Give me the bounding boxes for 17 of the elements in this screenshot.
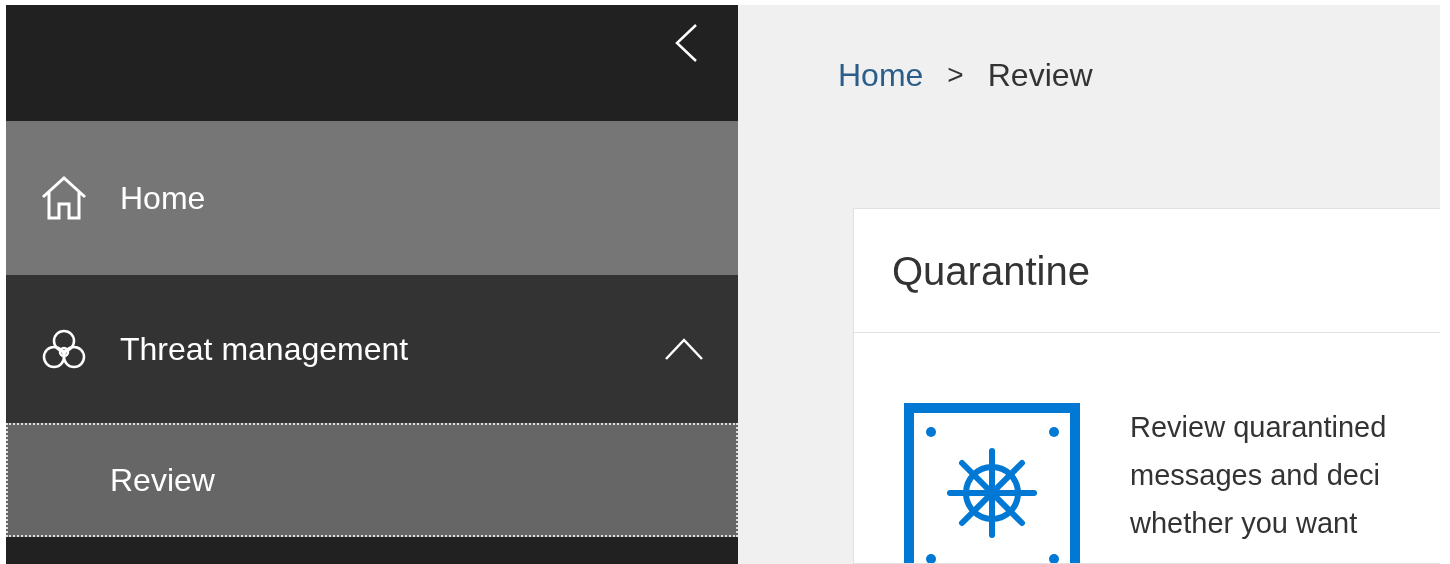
description-line: Review quarantined [1130, 410, 1387, 445]
collapse-button[interactable] [674, 23, 698, 63]
card-title: Quarantine [892, 247, 1090, 295]
chevron-left-icon [674, 23, 698, 63]
nav-label: Threat management [120, 330, 410, 369]
breadcrumb-separator: > [947, 58, 964, 92]
nav-item[interactable]: Home [6, 121, 738, 275]
nav-group[interactable]: Threat management [6, 275, 738, 423]
description-line: messages and deci [1130, 458, 1381, 493]
description-line: whether you want [1130, 506, 1359, 541]
vault-icon [904, 403, 1080, 563]
nav-subitem[interactable]: Review [6, 423, 738, 537]
biohazard-icon [40, 327, 88, 371]
breadcrumb-link[interactable]: Home [838, 51, 924, 99]
home-icon [40, 175, 88, 221]
nav-label: Home [120, 179, 206, 218]
breadcrumb-link[interactable]: Review [987, 51, 1093, 99]
